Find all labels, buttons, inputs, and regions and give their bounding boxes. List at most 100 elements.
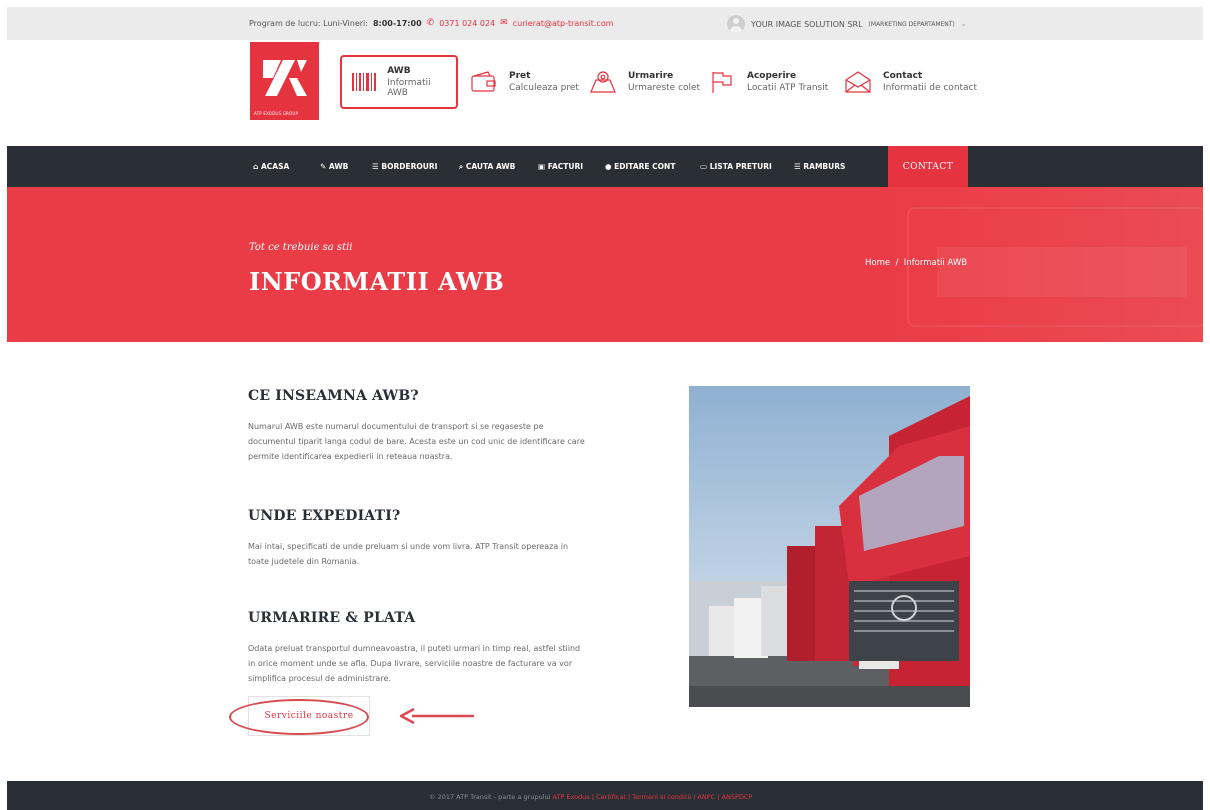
header-nav-title: Urmarire [628,71,674,81]
search-icon: ⌕ [459,162,464,171]
nav-item-label: ACASA [261,162,290,171]
text-line: toate judetele din Romania. [248,557,360,566]
logo[interactable]: ATP EXODUS GROUP [250,42,319,120]
chevron-down-icon: ⌄ [960,20,967,28]
footer-link-certificat[interactable]: Certificat [596,793,626,801]
breadcrumb-separator: / [895,258,899,268]
pencil-icon: ✎ [320,162,327,171]
section-title-urmarire: URMARIRE & PLATA [248,610,416,626]
avatar [727,15,745,33]
nav-item-label: CAUTA AWB [465,162,516,171]
header-nav-acoperire[interactable]: Acoperire Locatii ATP Transit [707,55,828,109]
hero-background-truck-grille [937,247,1187,297]
annotation-ellipse [229,699,369,735]
nav-item-facturi[interactable]: ▣ FACTURI [538,162,583,171]
list-icon: ☰ [372,162,379,171]
footer: © 2017 ATP Transit - parte a grupului AT… [7,781,1203,810]
text-line: in orice moment unde se afla. Dupa livra… [248,659,573,668]
top-bar: Program de lucru: Luni-Vineri: 8:00-17:0… [7,7,1203,40]
header-nav-subtitle: Informatii de contact [883,83,978,93]
barcode-icon [350,69,377,95]
nav-item-borderouri[interactable]: ☰ BORDEROURI [372,162,437,171]
footer-separator: | [693,793,696,801]
text-line: Odata preluat transportul dumneavoastra,… [248,644,581,653]
user-menu[interactable]: YOUR IMAGE SOLUTION SRL (MARKETING DEPAR… [727,15,967,33]
header-nav-urmarire[interactable]: Urmarire Urmareste colet [588,55,700,109]
main-nav: ⌂ ACASA ✎ AWB ☰ BORDEROURI ⌕ CAUTA AWB ▣… [7,146,1203,187]
schedule-label: Program de lucru: Luni-Vineri: [249,18,368,28]
list-icon: ☰ [794,162,801,171]
company-name: YOUR IMAGE SOLUTION SRL [751,19,863,29]
page: Program de lucru: Luni-Vineri: 8:00-17:0… [7,0,1203,810]
user-icon: ● [605,162,612,171]
page-hero: Tot ce trebuie sa stii INFORMATII AWB Ho… [7,187,1203,342]
section-title-expediere: UNDE EXPEDIATI? [248,508,401,524]
text-line: Numarul AWB este numarul documentului de… [248,422,544,431]
header-nav-subtitle: Informatii AWB [387,78,431,98]
envelope-icon [843,69,873,95]
invoice-icon: ▣ [538,162,546,171]
trucks-photo [689,386,970,707]
header-nav-title: Acoperire [747,71,797,81]
annotation-arrow-icon [400,708,474,724]
department-name: (MARKETING DEPARTAMENT) [868,20,955,28]
nav-item-cauta-awb[interactable]: ⌕ CAUTA AWB [459,162,515,172]
phone-link[interactable]: 0371 024 024 [439,19,495,28]
header-nav-title: Contact [883,71,923,81]
breadcrumb-current: Informatii AWB [903,258,968,268]
nav-contact-button[interactable]: CONTACT [888,146,968,187]
footer-separator: | [591,793,595,801]
section-title-awb: CE INSEAMNA AWB? [248,388,419,404]
flag-icon [707,69,737,95]
home-icon: ⌂ [253,162,259,171]
text-line: Mai intai, specificati de unde preluam s… [248,542,569,551]
footer-link-atp-exodus[interactable]: ATP Exodus [553,793,590,801]
nav-item-label: LISTA PRETURI [709,162,772,171]
nav-item-label: BORDEROURI [381,162,438,171]
text-line: simplifica procesul de administrare. [248,674,391,683]
section-text-expediere: Mai intai, specificati de unde preluam s… [248,539,608,569]
phone-icon: ✆ [426,18,435,28]
envelope-icon: ✉ [500,18,508,28]
copyright-text: © 2017 ATP Transit - parte a grupului [429,793,551,801]
header-nav-subtitle: Calculeaza pret [509,83,579,93]
page-title: INFORMATII AWB [249,267,505,296]
footer-separator: | [627,793,631,801]
header-nav-pret[interactable]: Pret Calculeaza pret [469,55,579,109]
nav-item-rambursuri[interactable]: ☰ RAMBURS [794,162,845,171]
nav-item-editare-cont[interactable]: ● EDITARE CONT [605,162,675,171]
footer-link-anpc[interactable]: ANPC [697,793,715,801]
text-line: permite identificarea expedierii in rete… [248,452,453,461]
header-nav-title: AWB [387,66,411,76]
logo-tagline: ATP EXODUS GROUP [254,111,299,116]
header-nav-contact[interactable]: Contact Informatii de contact [843,55,977,109]
footer-separator: | [717,793,720,801]
email-link[interactable]: curierat@atp-transit.com [513,19,614,28]
footer-text: © 2017 ATP Transit - parte a grupului AT… [429,793,752,801]
footer-link-anspdcp[interactable]: ANSPDCP [722,793,753,801]
nav-item-label: RAMBURS [803,162,846,171]
nav-item-lista-preturi[interactable]: ▭ LISTA PRETURI [700,162,772,171]
nav-item-label: AWB [328,162,349,171]
breadcrumb: Home / Informatii AWB [865,258,967,268]
header-nav-subtitle: Locatii ATP Transit [747,83,829,93]
header-nav-awb[interactable]: AWB Informatii AWB [340,55,458,109]
section-text-awb: Numarul AWB este numarul documentului de… [248,419,608,464]
header-nav-subtitle: Urmareste colet [628,83,701,93]
breadcrumb-home-link[interactable]: Home [865,258,890,268]
section-text-urmarire: Odata preluat transportul dumneavoastra,… [248,641,608,686]
hero-subtitle: Tot ce trebuie sa stii [249,242,353,253]
schedule-hours: 8:00-17:00 [372,18,422,28]
nav-item-label: EDITARE CONT [614,162,676,171]
nav-item-awb[interactable]: ✎ AWB [320,162,348,171]
map-pin-icon [588,69,618,95]
header-nav-title: Pret [509,71,531,81]
wallet-icon [469,69,499,95]
nav-item-acasa[interactable]: ⌂ ACASA [253,162,289,171]
logo-mark-icon [263,60,307,96]
nav-item-label: FACTURI [547,162,584,171]
top-bar-contact-info: Program de lucru: Luni-Vineri: 8:00-17:0… [249,18,614,28]
price-list-icon: ▭ [700,162,708,171]
footer-link-termeni[interactable]: Termeni si conditii [632,793,691,801]
text-line: documentul tiparit langa codul de bare. … [248,437,585,446]
